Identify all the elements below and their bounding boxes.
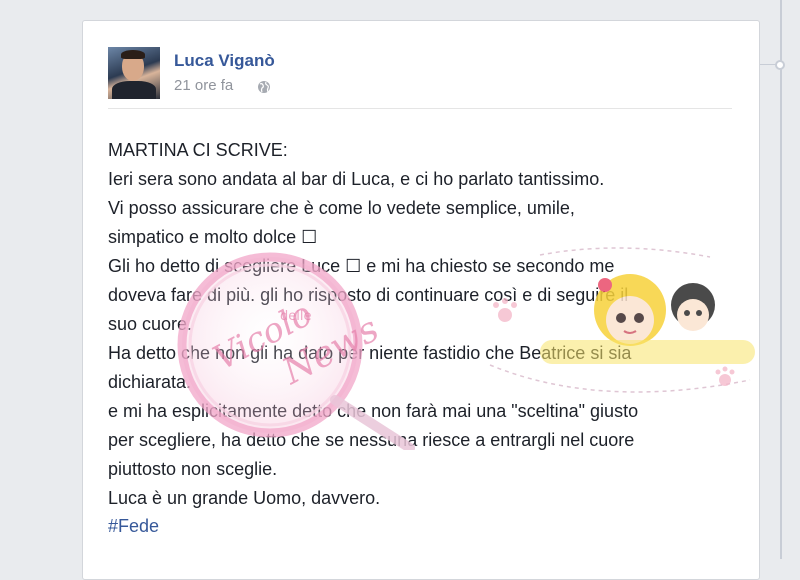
avatar[interactable] bbox=[108, 47, 160, 99]
timeline-dot bbox=[775, 60, 785, 70]
author-name[interactable]: Luca Viganò bbox=[174, 51, 275, 71]
header-divider bbox=[108, 108, 732, 109]
post-timestamp[interactable]: 21 ore fa bbox=[174, 77, 233, 94]
hashtag-link[interactable]: #Fede bbox=[108, 512, 159, 541]
timeline-connector bbox=[760, 64, 776, 65]
post-text: MARTINA CI SCRIVE: Ieri sera sono andata… bbox=[108, 140, 639, 508]
avatar-hair bbox=[121, 50, 145, 59]
globe-icon[interactable] bbox=[257, 80, 271, 94]
timeline-line bbox=[780, 0, 782, 559]
avatar-shirt bbox=[112, 81, 156, 99]
